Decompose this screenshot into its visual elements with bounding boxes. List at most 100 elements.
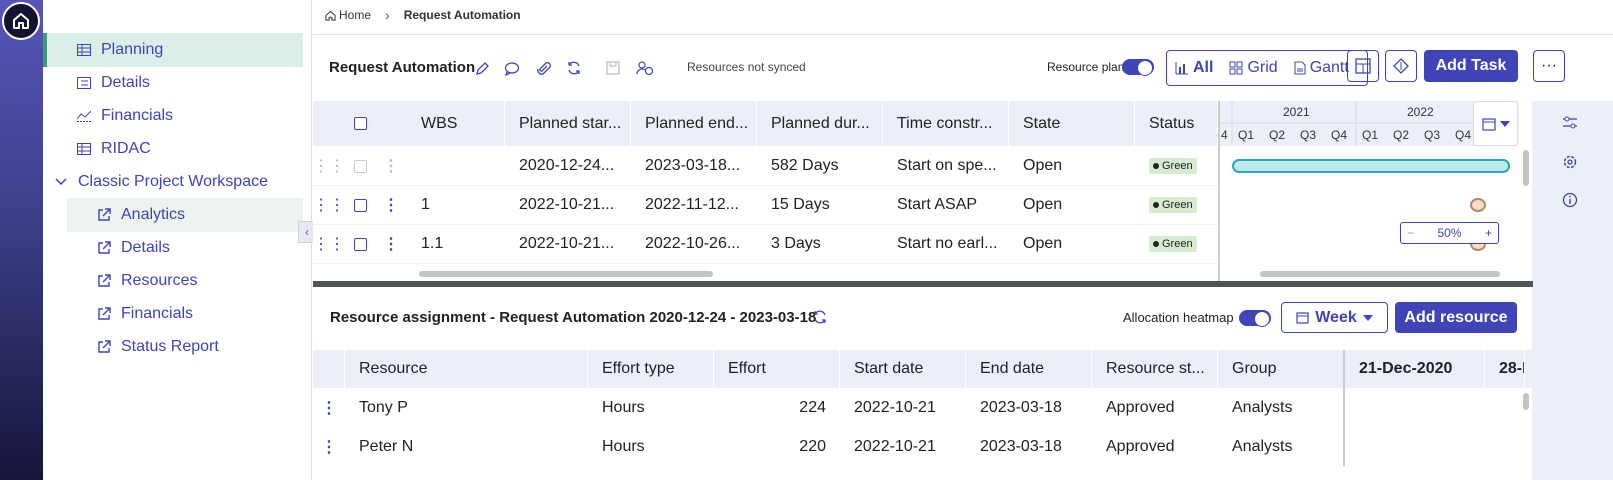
cell-start-date: 2022-10-21 bbox=[854, 437, 936, 455]
row-menu-icon[interactable]: ⋮ bbox=[313, 388, 345, 427]
column-header-start-date[interactable]: Start date bbox=[840, 350, 966, 388]
drag-handle-icon[interactable]: ⋮⋮ bbox=[313, 186, 345, 224]
nav-subitem-status-report[interactable]: Status Report bbox=[67, 330, 303, 364]
vertical-scrollbar[interactable] bbox=[1523, 393, 1529, 410]
column-header-effort[interactable]: Effort bbox=[714, 350, 840, 388]
nav-item-financials[interactable]: Financials bbox=[43, 99, 303, 133]
right-panel-rail bbox=[1532, 101, 1613, 480]
resource-panel-title: Resource assignment - Request Automation… bbox=[330, 309, 817, 326]
nav-label: Resources bbox=[121, 272, 198, 289]
edit-icon[interactable] bbox=[473, 59, 491, 77]
zoom-out-button[interactable]: − bbox=[1407, 226, 1414, 240]
add-resource-button[interactable]: Add resource bbox=[1395, 302, 1517, 333]
vertical-scrollbar[interactable] bbox=[1523, 150, 1529, 186]
column-header-effort-type[interactable]: Effort type bbox=[588, 350, 714, 388]
panel-divider[interactable] bbox=[313, 281, 1533, 287]
cell-planned-end: 2023-03-18... bbox=[645, 157, 741, 174]
column-header-resource-state[interactable]: Resource st... bbox=[1092, 350, 1218, 388]
table-row[interactable]: ⋮ Tony P Hours 224 2022-10-21 2023-03-18… bbox=[313, 388, 1533, 427]
column-header-planned-start[interactable]: Planned star... bbox=[505, 101, 631, 146]
timeline-header-week: 28-D bbox=[1485, 350, 1525, 388]
nav-item-planning[interactable]: Planning bbox=[43, 33, 303, 67]
row-menu-icon[interactable]: ⋮ bbox=[375, 225, 407, 263]
nav-item-details[interactable]: Details bbox=[43, 66, 303, 100]
status-badge: Green bbox=[1149, 236, 1197, 252]
nav-subitem-resources[interactable]: Resources bbox=[67, 264, 303, 298]
nav-subitem-details[interactable]: Details bbox=[67, 231, 303, 265]
list-icon bbox=[76, 75, 92, 91]
resource-grid-header: Resource Effort type Effort Start date E… bbox=[313, 350, 1533, 388]
column-header-state[interactable]: State bbox=[1009, 101, 1135, 146]
cell-end-date: 2023-03-18 bbox=[980, 398, 1062, 416]
zoom-in-button[interactable]: + bbox=[1485, 226, 1492, 240]
layout-button[interactable] bbox=[1347, 50, 1379, 82]
cell-state: Open bbox=[1023, 157, 1063, 174]
drag-handle-icon[interactable]: ⋮⋮ bbox=[313, 225, 345, 263]
gantt-quarter: Q3 bbox=[1300, 128, 1317, 142]
gantt-bar-project[interactable] bbox=[1232, 159, 1510, 173]
resource-plan-toggle[interactable] bbox=[1122, 59, 1154, 76]
row-checkbox-cell bbox=[345, 225, 375, 263]
column-header-end-date[interactable]: End date bbox=[966, 350, 1092, 388]
view-grid-tab[interactable]: Grid bbox=[1221, 59, 1285, 77]
filter-settings-icon[interactable] bbox=[1562, 115, 1578, 136]
row-menu-icon[interactable]: ⋮ bbox=[375, 147, 407, 185]
cell-planned-start: 2020-12-24... bbox=[519, 157, 615, 174]
row-checkbox[interactable] bbox=[353, 159, 367, 173]
week-label: Week bbox=[1315, 308, 1357, 326]
table-row[interactable]: ⋮⋮ ⋮ 2020-12-24... 2023-03-18... 582 Day… bbox=[313, 147, 1218, 186]
row-checkbox[interactable] bbox=[353, 237, 367, 251]
gantt-milestone[interactable] bbox=[1470, 198, 1486, 212]
milestone-button[interactable] bbox=[1385, 50, 1417, 82]
horizontal-scrollbar[interactable] bbox=[419, 271, 713, 277]
row-checkbox[interactable] bbox=[353, 198, 367, 212]
column-header-status[interactable]: Status bbox=[1135, 101, 1218, 146]
allocation-heatmap-toggle[interactable] bbox=[1239, 310, 1271, 327]
status-badge: Green bbox=[1149, 197, 1197, 213]
gantt-quarter: 4 bbox=[1221, 128, 1228, 142]
table-row[interactable]: ⋮⋮ ⋮ 1 2022-10-21... 2022-11-12... 15 Da… bbox=[313, 186, 1218, 225]
gantt-horizontal-scrollbar[interactable] bbox=[1260, 271, 1500, 277]
nav-item-ridac[interactable]: RIDAC bbox=[43, 132, 303, 166]
week-dropdown[interactable]: Week bbox=[1281, 302, 1388, 333]
more-options-button[interactable]: ··· bbox=[1533, 50, 1565, 82]
gear-icon[interactable] bbox=[1562, 154, 1578, 175]
cell-effort: 220 bbox=[799, 437, 826, 455]
column-header-time-constraint[interactable]: Time constr... bbox=[883, 101, 1009, 146]
home-icon[interactable] bbox=[2, 2, 40, 40]
cell-resource: Peter N bbox=[359, 437, 414, 455]
external-link-icon bbox=[96, 339, 112, 355]
cell-time-constraint: Start ASAP bbox=[897, 196, 978, 213]
table-row[interactable]: ⋮ Peter N Hours 220 2022-10-21 2023-03-1… bbox=[313, 427, 1533, 466]
row-menu-icon[interactable]: ⋮ bbox=[375, 186, 407, 224]
info-icon[interactable] bbox=[1562, 192, 1578, 213]
nav-group-workspace[interactable]: Classic Project Workspace bbox=[43, 165, 303, 199]
breadcrumb-home[interactable]: Home bbox=[325, 8, 371, 22]
calendar-dropdown-button[interactable] bbox=[1473, 101, 1518, 146]
save-icon[interactable] bbox=[604, 59, 622, 77]
refresh-icon[interactable] bbox=[812, 309, 828, 330]
row-menu-icon[interactable]: ⋮ bbox=[313, 427, 345, 466]
nav-subitem-financials[interactable]: Financials bbox=[67, 297, 303, 331]
column-header-wbs[interactable]: WBS bbox=[407, 101, 505, 146]
column-header-planned-end[interactable]: Planned end... bbox=[631, 101, 757, 146]
view-all-tab[interactable]: All bbox=[1167, 59, 1221, 77]
column-header-group[interactable]: Group bbox=[1218, 350, 1345, 388]
chevron-down-icon[interactable] bbox=[53, 174, 69, 190]
nav-label: Financials bbox=[121, 305, 194, 322]
cell-resource: Tony P bbox=[359, 398, 408, 416]
attachment-icon[interactable] bbox=[534, 59, 552, 77]
add-task-button[interactable]: Add Task bbox=[1424, 50, 1518, 82]
select-all-checkbox[interactable] bbox=[353, 117, 367, 130]
column-header-resource[interactable]: Resource bbox=[345, 350, 588, 388]
resources-sync-icon[interactable] bbox=[636, 59, 654, 77]
comment-icon[interactable] bbox=[503, 59, 521, 77]
column-header-planned-duration[interactable]: Planned dur... bbox=[757, 101, 883, 146]
table-row[interactable]: ⋮⋮ ⋮ 1.1 2022-10-21... 2022-10-26... 3 D… bbox=[313, 225, 1218, 264]
view-switcher: All Grid Gantt bbox=[1166, 50, 1368, 86]
nav-subitem-analytics[interactable]: Analytics bbox=[67, 198, 303, 232]
refresh-icon[interactable] bbox=[565, 59, 583, 77]
workspace-label: Classic Project Workspace bbox=[78, 173, 268, 190]
project-toolbar: Request Automation Resources not synced … bbox=[313, 35, 1613, 101]
drag-handle-icon[interactable]: ⋮⋮ bbox=[313, 147, 345, 185]
